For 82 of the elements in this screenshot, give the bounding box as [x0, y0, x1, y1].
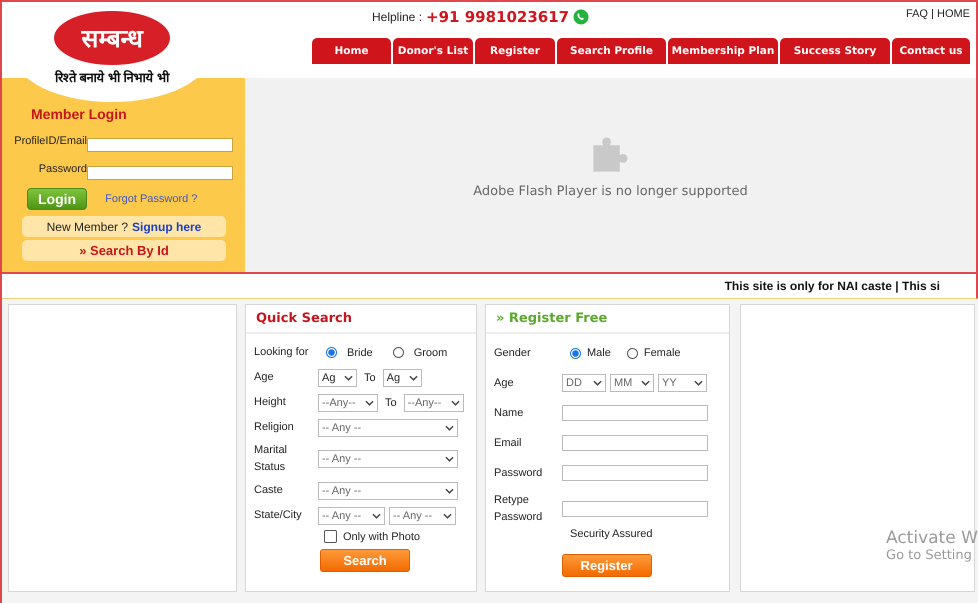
select-field[interactable]: -- Any -- — [318, 450, 458, 468]
ticker-text: This site is only for NAI caste | This si — [724, 279, 940, 293]
input-field[interactable] — [562, 405, 708, 421]
field-label: Retype Password — [494, 493, 544, 525]
field-label: Looking for — [254, 345, 310, 360]
field-label: ProfileID/Email — [14, 134, 87, 148]
field-label: State/City — [254, 508, 303, 523]
chevron-icon — [372, 512, 381, 518]
chevron-icon — [445, 456, 454, 462]
chevron-icon — [443, 512, 452, 518]
nav-tab[interactable]: Donor's List — [393, 38, 473, 64]
radio-button[interactable] — [626, 348, 638, 358]
to-label: To — [364, 372, 376, 384]
select-field[interactable]: MM — [610, 374, 654, 392]
chevron-icon — [445, 424, 454, 430]
field-label: Age — [494, 376, 515, 390]
to-label: To — [385, 396, 397, 408]
field-label: Marital Status — [254, 443, 288, 475]
forgot-password-link[interactable]: Forgot Password ? — [105, 193, 198, 205]
select-field[interactable]: -- Any -- — [318, 506, 385, 524]
radio-button[interactable] — [570, 348, 581, 358]
field-label: Password — [494, 466, 544, 480]
select-field[interactable]: Ag — [382, 368, 422, 386]
checkbox-label: Only with Photo — [343, 530, 420, 542]
new-member-text: New Member ? — [46, 220, 128, 234]
select-field[interactable]: -- Any -- — [318, 482, 458, 500]
select-field[interactable]: -- Any -- — [389, 506, 456, 524]
input-field[interactable] — [562, 501, 708, 517]
nav-tab[interactable]: Search Profile — [557, 38, 666, 64]
whatsapp-icon[interactable] — [573, 9, 590, 25]
radio-label: Groom — [414, 346, 448, 358]
activation-subtitle: Go to Setting — [886, 548, 973, 563]
select-field[interactable]: DD — [562, 374, 606, 392]
flash-message: Adobe Flash Player is no longer supported — [473, 184, 748, 198]
chevron-icon — [593, 380, 602, 386]
field-label: Gender — [494, 346, 532, 360]
select-field[interactable]: --Any-- — [404, 394, 464, 412]
select-field[interactable]: Ag — [318, 368, 357, 386]
nav-tab[interactable]: Home — [312, 38, 391, 64]
top-link[interactable]: HOME — [937, 8, 970, 20]
input-field[interactable] — [87, 166, 233, 180]
chevron-icon — [641, 380, 650, 386]
radio-label: Female — [644, 347, 681, 359]
chevron-icon — [408, 374, 418, 380]
helpline-number: +91 9981023617 — [426, 8, 570, 26]
field-label: Caste — [254, 483, 284, 498]
field-label: Email — [494, 436, 523, 450]
nav-tab[interactable]: Success Story — [780, 38, 890, 64]
select-field[interactable]: --Any-- — [318, 394, 378, 412]
chevron-icon — [365, 400, 374, 406]
radio-label: Male — [587, 347, 611, 359]
input-field[interactable] — [562, 435, 708, 451]
field-label: Name — [494, 406, 524, 420]
chevron-icon — [450, 400, 460, 406]
search-by-id-button[interactable]: » Search By Id — [22, 240, 226, 261]
helpline-label: Helpline : — [372, 10, 422, 24]
nav-tab[interactable]: Contact us — [892, 38, 970, 64]
field-label: Password — [38, 162, 87, 176]
input-field[interactable] — [562, 465, 708, 481]
nav-tab[interactable]: Register — [475, 38, 555, 64]
signup-link[interactable]: Signup here — [132, 220, 202, 234]
panel-title: » Register Free — [486, 305, 729, 334]
radio-button[interactable] — [326, 347, 337, 358]
radio-label: Bride — [347, 346, 373, 358]
chevron-icon — [344, 374, 353, 380]
checkbox[interactable] — [324, 530, 337, 543]
field-label: Age — [254, 370, 275, 385]
activation-title: Activate W — [886, 528, 978, 548]
chevron-icon — [694, 380, 703, 386]
login-title: Member Login — [31, 106, 128, 122]
select-field[interactable]: YY — [658, 374, 707, 392]
input-field[interactable] — [87, 138, 233, 152]
login-button[interactable]: Login — [27, 188, 88, 210]
security-note: Security Assured — [570, 528, 654, 540]
chevron-icon — [445, 488, 454, 494]
panel-title: Quick Search — [246, 305, 476, 334]
top-link[interactable]: FAQ — [906, 8, 928, 20]
select-field[interactable]: -- Any -- — [318, 418, 458, 436]
nav-tab[interactable]: Membership Plan — [668, 38, 778, 64]
field-label: Religion — [254, 420, 295, 435]
radio-button[interactable] — [392, 347, 404, 358]
field-label: Height — [254, 395, 287, 410]
